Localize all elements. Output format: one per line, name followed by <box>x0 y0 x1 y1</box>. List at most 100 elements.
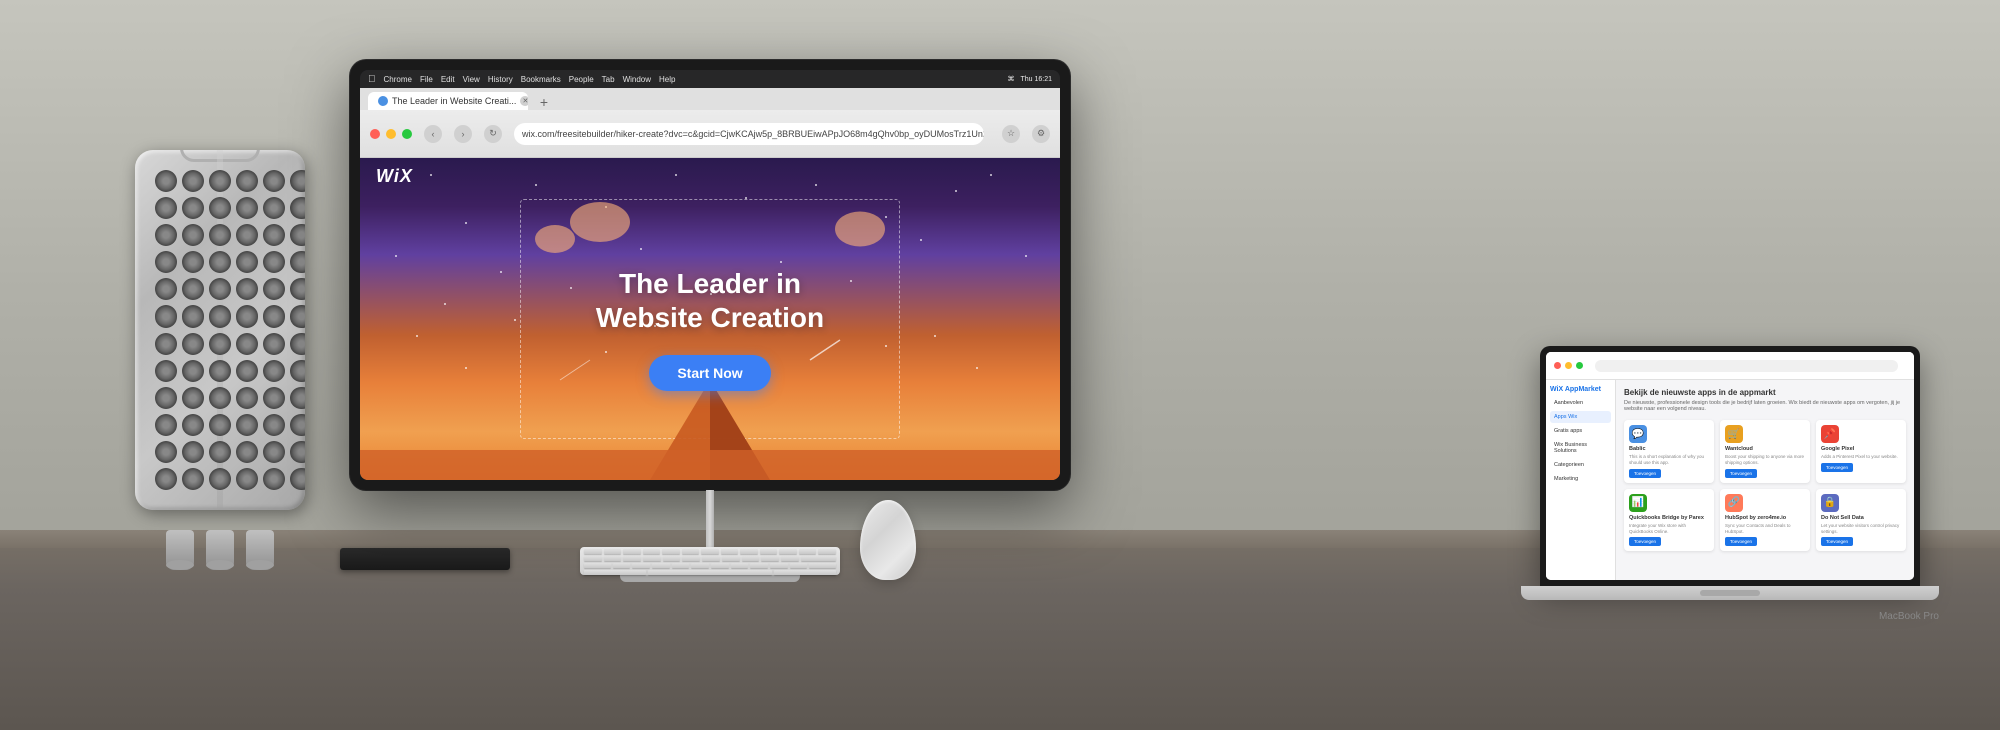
help-menu[interactable]: Help <box>659 75 675 84</box>
bookmark-button[interactable]: ☆ <box>1002 125 1020 143</box>
window-menu[interactable]: Window <box>623 75 651 84</box>
wix-start-now-button[interactable]: Start Now <box>649 355 770 391</box>
app-icon: 💬 <box>1629 425 1647 443</box>
keyboard-key <box>790 563 808 568</box>
app-add-button[interactable]: Toevoegen <box>1821 463 1853 472</box>
browser-tab-active[interactable]: The Leader in Website Creati... ✕ <box>368 92 528 110</box>
keyboard-key <box>632 563 650 568</box>
mac-pro-hole <box>209 197 231 219</box>
sidebar-item-marketing[interactable]: Marketing <box>1550 473 1611 485</box>
mac-pro-hole <box>236 468 258 490</box>
mac-pro-hole <box>209 305 231 327</box>
keyboard-key <box>701 549 719 554</box>
window-maximize-button[interactable] <box>402 129 412 139</box>
wix-appmarket-logo: WiX AppMarket <box>1550 386 1611 393</box>
keyboard-key <box>662 549 680 554</box>
browser-tabs-area: The Leader in Website Creati... ✕ + <box>360 88 1060 110</box>
sidebar-item-apps-wix[interactable]: Apps Wix <box>1550 411 1611 423</box>
app-grid: 💬 Bablic This is a short explanation of … <box>1624 420 1906 551</box>
history-menu[interactable]: History <box>488 75 513 84</box>
app-name: Quickbooks Bridge by Parex <box>1629 515 1709 521</box>
keyboard-key <box>672 563 690 568</box>
new-tab-button[interactable]: + <box>532 94 556 110</box>
mac-pro-hole <box>182 387 204 409</box>
pro-display-xdr:  Chrome File Edit View History Bookmark… <box>350 60 1070 582</box>
keyboard-key <box>643 549 661 554</box>
app-add-button[interactable]: Toevoegen <box>1725 537 1757 546</box>
mac-pro-hole <box>263 278 285 300</box>
keyboard-key <box>779 549 797 554</box>
mac-pro-hole <box>182 441 204 463</box>
mac-pro-hole <box>182 224 204 246</box>
mac-pro-hole <box>263 441 285 463</box>
forward-button[interactable]: › <box>454 125 472 143</box>
apple-menu-icon[interactable]:  <box>368 74 376 85</box>
edit-menu[interactable]: Edit <box>441 75 455 84</box>
back-button[interactable]: ‹ <box>424 125 442 143</box>
appstore-sidebar: WiX AppMarket Aanbevolen Apps Wix Gratis… <box>1546 380 1616 580</box>
app-name: Wantcloud <box>1725 446 1805 452</box>
chrome-menu[interactable]: Chrome <box>384 75 412 84</box>
keyboard-key <box>652 563 670 568</box>
mac-pro-hole <box>155 441 177 463</box>
url-bar[interactable]: wix.com/freesitebuilder/hiker-create?dvc… <box>514 123 984 145</box>
tab-close-button[interactable]: ✕ <box>520 96 528 106</box>
mac-pro-hole <box>236 305 258 327</box>
mac-pro-hole <box>209 224 231 246</box>
app-add-button[interactable]: Toevoegen <box>1629 469 1661 478</box>
appstore-main-content: Bekijk de nieuwste apps in de appmarkt D… <box>1616 380 1914 580</box>
wix-headline: The Leader in Website Creation <box>596 267 824 334</box>
appstore-url-bar[interactable] <box>1595 360 1898 372</box>
app-card: 💬 Bablic This is a short explanation of … <box>1624 420 1714 483</box>
view-menu[interactable]: View <box>463 75 480 84</box>
tab-title: The Leader in Website Creati... <box>392 96 516 106</box>
refresh-button[interactable]: ↻ <box>484 125 502 143</box>
keyboard-key <box>604 549 622 554</box>
app-description: Let your website visitors control privac… <box>1821 523 1901 535</box>
app-add-button[interactable]: Toevoegen <box>1725 469 1757 478</box>
maximize-dot[interactable] <box>1576 362 1583 369</box>
app-description: This is a short explanation of why you s… <box>1629 454 1709 466</box>
sidebar-item-categorieen[interactable]: Categorieen <box>1550 459 1611 471</box>
wix-appstore-content: WiX AppMarket Aanbevolen Apps Wix Gratis… <box>1546 352 1914 580</box>
tab-menu[interactable]: Tab <box>602 75 615 84</box>
app-description: Integrate your Wix store with QuickBooks… <box>1629 523 1709 535</box>
app-add-button[interactable]: Toevoegen <box>1821 537 1853 546</box>
mac-pro-hole <box>263 224 285 246</box>
macbook-screen: WiX AppMarket Aanbevolen Apps Wix Gratis… <box>1540 346 1920 586</box>
sidebar-item-business[interactable]: Wix Business Solutions <box>1550 439 1611 457</box>
wix-logo: WiX <box>376 166 413 187</box>
keyboard-key <box>731 563 749 568</box>
extensions-button[interactable]: ⚙ <box>1032 125 1050 143</box>
mac-pro-grid <box>155 170 285 490</box>
file-menu[interactable]: File <box>420 75 433 84</box>
keyboard-key <box>691 563 709 568</box>
bookmarks-menu[interactable]: Bookmarks <box>521 75 561 84</box>
macbook-pro-label: MacBook Pro <box>1879 611 1939 622</box>
sidebar-item-aanbevolen[interactable]: Aanbevolen <box>1550 397 1611 409</box>
minimize-dot[interactable] <box>1565 362 1572 369</box>
window-close-button[interactable] <box>370 129 380 139</box>
app-name: HubSpot by zero4me.io <box>1725 515 1805 521</box>
window-minimize-button[interactable] <box>386 129 396 139</box>
macbook-pro: WiX AppMarket Aanbevolen Apps Wix Gratis… <box>1540 346 1920 600</box>
mac-pro-hole <box>182 468 204 490</box>
keyboard-key <box>799 549 817 554</box>
mac-pro-hole <box>182 251 204 273</box>
mac-pro-hole <box>290 360 305 382</box>
sidebar-item-gratis[interactable]: Gratis apps <box>1550 425 1611 437</box>
mac-pro-hole <box>155 197 177 219</box>
close-dot[interactable] <box>1554 362 1561 369</box>
mac-pro-hole <box>155 333 177 355</box>
keyboard-key <box>801 556 836 561</box>
app-card: 🛒 Wantcloud Boost your shipping to anyon… <box>1720 420 1810 483</box>
app-description: Adds a Pinterest Pixel to your website. <box>1821 454 1901 460</box>
mac-pro-hole <box>155 278 177 300</box>
browser-chrome-bar: ‹ › ↻ wix.com/freesitebuilder/hiker-crea… <box>360 110 1060 158</box>
mac-pro-hole <box>263 468 285 490</box>
app-add-button[interactable]: Toevoegen <box>1629 537 1661 546</box>
spacebar-key <box>648 570 772 575</box>
appstore-body: WiX AppMarket Aanbevolen Apps Wix Gratis… <box>1546 380 1914 580</box>
people-menu[interactable]: People <box>569 75 594 84</box>
mac-pro-hole <box>182 305 204 327</box>
